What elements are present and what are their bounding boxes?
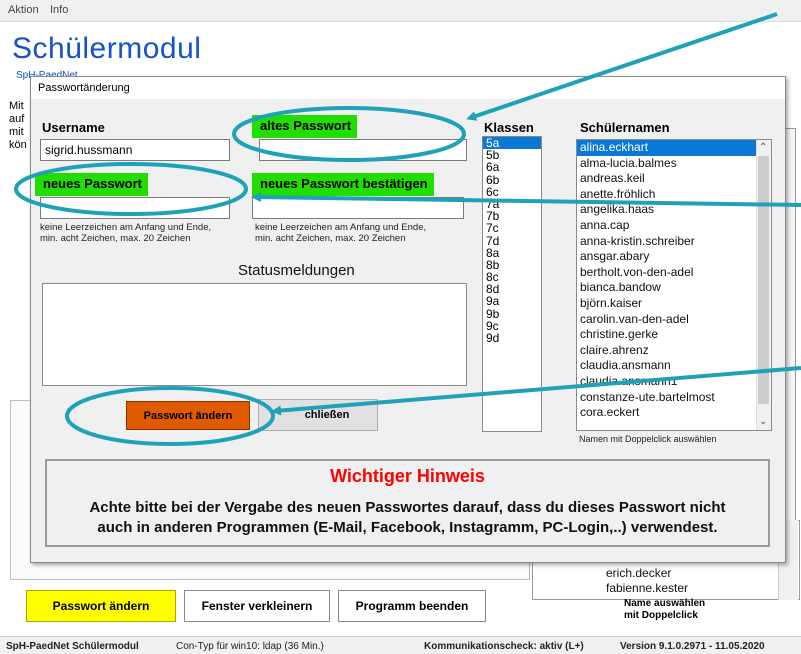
student-name-item[interactable]: christine.gerke bbox=[577, 327, 771, 343]
change-password-button[interactable]: Passwort ändern bbox=[26, 590, 176, 622]
student-name-item[interactable]: claire.ahrenz bbox=[577, 343, 771, 359]
class-item[interactable]: 9b bbox=[483, 307, 541, 319]
classes-label: Klassen bbox=[484, 120, 534, 135]
username-label: Username bbox=[42, 120, 105, 135]
status-version: Version 9.1.0.2971 - 11.05.2020 bbox=[620, 641, 765, 652]
bg-text-line: Mit bbox=[9, 100, 24, 112]
confirm-password-hint: keine Leerzeichen am Anfang und Ende, mi… bbox=[255, 222, 426, 244]
scroll-up-icon[interactable]: ⌃ bbox=[759, 142, 767, 153]
name-select-hint: Name auswählen mit Doppelclick bbox=[624, 598, 705, 622]
new-password-hint: keine Leerzeichen am Anfang und Ende, mi… bbox=[40, 222, 211, 244]
name-hint-line: Name auswählen bbox=[624, 598, 706, 609]
warning-line: auch in anderen Programmen (E-Mail, Face… bbox=[97, 519, 718, 536]
dialog-titlebar bbox=[31, 77, 785, 99]
dialog-title: Passwortänderung bbox=[38, 82, 130, 94]
student-names-list[interactable]: alina.eckhart alma-lucia.balmes andreas.ke… bbox=[576, 139, 772, 431]
status-messages-box bbox=[42, 283, 467, 386]
student-name-item[interactable]: alma-lucia.balmes bbox=[577, 156, 771, 172]
status-check: Kommunikationscheck: aktiv (L+) bbox=[424, 641, 584, 652]
username-field[interactable] bbox=[40, 139, 230, 161]
student-name-item[interactable]: alina.eckhart bbox=[577, 140, 771, 156]
student-name-item[interactable]: carolin.van-den-adel bbox=[577, 312, 771, 328]
student-name-item[interactable]: cora.eckert bbox=[577, 405, 771, 421]
scroll-down-icon[interactable]: ⌄ bbox=[759, 416, 767, 427]
student-name-item[interactable]: constanze-ute.bartelmost bbox=[577, 390, 771, 406]
student-name-item[interactable]: anette.fröhlich bbox=[577, 187, 771, 203]
new-password-field[interactable] bbox=[40, 197, 230, 219]
class-item[interactable]: 9d bbox=[483, 332, 541, 344]
old-password-label: altes Passwort bbox=[252, 115, 358, 138]
new-password-label: neues Passwort bbox=[35, 173, 148, 196]
status-connection: Con-Typ für win10: ldap (36 Min.) bbox=[176, 641, 324, 652]
confirm-password-label: neues Passwort bestätigen bbox=[252, 173, 434, 196]
class-item[interactable]: 7c bbox=[483, 222, 541, 234]
student-name-item[interactable]: björn.kaiser bbox=[577, 296, 771, 312]
class-item[interactable]: 6b bbox=[483, 173, 541, 185]
confirm-password-field[interactable] bbox=[252, 197, 464, 219]
warning-line: Achte bitte bei der Vergabe des neuen Pa… bbox=[89, 499, 726, 516]
hint-line: min. acht Zeichen, max. 20 Zeichen bbox=[255, 233, 406, 244]
student-name-item[interactable]: bertholt.von-den-adel bbox=[577, 265, 771, 281]
classes-list[interactable]: 5a 5b 6a 6b 6c 7a 7b 7c 7d 8a 8b 8c 8d 9a 9b 9c 9d bbox=[482, 136, 542, 432]
menu-info[interactable]: Info bbox=[50, 4, 68, 16]
hint-line: keine Leerzeichen am Anfang und Ende, bbox=[40, 222, 212, 233]
dialog-change-password-button[interactable]: Passwort ändern bbox=[126, 401, 250, 430]
dialog-close-button[interactable]: chließen bbox=[258, 399, 378, 431]
bg-text-line: mit bbox=[9, 126, 24, 138]
student-name-item[interactable]: anna-kristin.schreiber bbox=[577, 234, 771, 250]
name-hint-line: mit Doppelclick bbox=[624, 610, 698, 621]
bg-text-line: kön bbox=[9, 139, 27, 151]
names-label: Schülernamen bbox=[580, 120, 670, 135]
hint-line: keine Leerzeichen am Anfang und Ende, bbox=[255, 222, 427, 233]
quit-program-button[interactable]: Programm beenden bbox=[338, 590, 486, 622]
menu-aktion[interactable]: Aktion bbox=[8, 4, 39, 16]
app-title: Schülermodul bbox=[12, 32, 202, 65]
class-item[interactable]: 7d bbox=[483, 234, 541, 246]
bg-list-item[interactable]: fabienne.kester bbox=[606, 581, 688, 595]
warning-title: Wichtiger Hinweis bbox=[330, 466, 485, 486]
student-name-item[interactable]: angelika.haas bbox=[577, 202, 771, 218]
hint-line: min. acht Zeichen, max. 20 Zeichen bbox=[40, 233, 191, 244]
bg-list-item[interactable]: erich.decker bbox=[606, 566, 671, 580]
old-password-field[interactable] bbox=[259, 139, 467, 161]
student-name-item[interactable]: claudia.ansmann1 bbox=[577, 374, 771, 390]
student-name-item[interactable]: claudia.ansmann bbox=[577, 358, 771, 374]
menu-bar bbox=[0, 0, 801, 22]
status-messages-label: Statusmeldungen bbox=[238, 262, 355, 279]
scroll-thumb[interactable] bbox=[758, 156, 769, 404]
names-doubleclick-hint: Namen mit Doppelclick auswählen bbox=[579, 434, 717, 444]
shrink-window-button[interactable]: Fenster verkleinern bbox=[184, 590, 330, 622]
student-name-item[interactable]: anna.cap bbox=[577, 218, 771, 234]
bg-text-line: auf bbox=[9, 113, 25, 125]
class-item[interactable]: 9a bbox=[483, 295, 541, 307]
student-name-item[interactable]: bianca.bandow bbox=[577, 280, 771, 296]
class-item[interactable]: 6a bbox=[483, 161, 541, 173]
student-name-item[interactable]: ansgar.abary bbox=[577, 249, 771, 265]
status-app: SpH-PaedNet Schülermodul bbox=[6, 641, 139, 652]
student-name-item[interactable]: andreas.keil bbox=[577, 171, 771, 187]
